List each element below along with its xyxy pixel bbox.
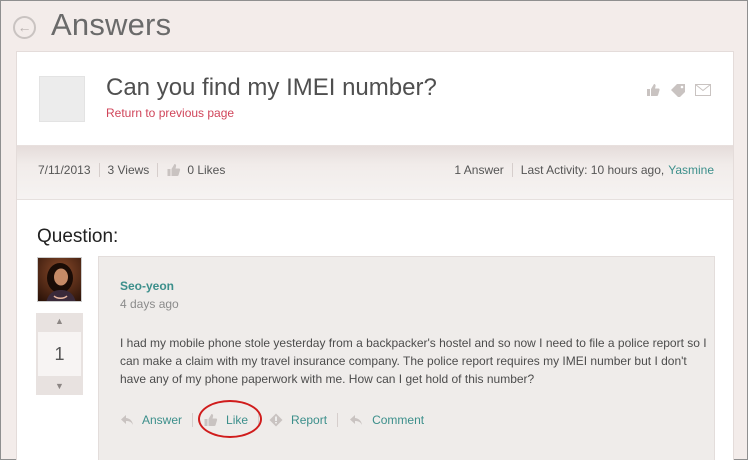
- question-title: Can you find my IMEI number?: [106, 74, 437, 101]
- comment-button[interactable]: Comment: [348, 413, 424, 427]
- report-button[interactable]: Report: [269, 413, 327, 427]
- divider: [258, 413, 260, 427]
- warning-diamond-icon: [269, 413, 283, 427]
- vote-count: 1: [38, 332, 81, 376]
- post-actions: Answer Like Report Comment: [120, 413, 424, 427]
- meta-stats: 7/11/2013 3 Views 0 Likes: [38, 163, 225, 177]
- reply-arrow-icon: [120, 414, 134, 426]
- return-link[interactable]: Return to previous page: [106, 106, 234, 120]
- answer-button[interactable]: Answer: [120, 413, 182, 427]
- report-label: Report: [291, 413, 328, 427]
- answer-label: Answer: [142, 413, 183, 427]
- thumbs-up-icon[interactable]: [644, 82, 661, 98]
- post-author-link[interactable]: Seo-yeon: [120, 279, 174, 293]
- tag-icon[interactable]: [669, 82, 686, 98]
- post-body: I had my mobile phone stole yesterday fr…: [120, 336, 707, 386]
- reply-arrow-icon: [348, 414, 364, 426]
- top-bar: ← Answers: [1, 1, 747, 51]
- question-card: Can you find my IMEI number? Return to p…: [16, 51, 734, 460]
- like-label: Like: [226, 413, 249, 427]
- last-activity: Last Activity: 10 hours ago,: [520, 163, 665, 177]
- question-avatar: [39, 76, 85, 122]
- question-post: Seo-yeon 4 days ago I had my mobile phon…: [98, 256, 715, 460]
- divider: [511, 163, 513, 177]
- question-header: Can you find my IMEI number? Return to p…: [17, 52, 733, 145]
- user-avatar-photo[interactable]: [37, 257, 82, 302]
- back-arrow-icon[interactable]: ←: [13, 16, 36, 39]
- divider: [192, 413, 194, 427]
- triangle-up-icon[interactable]: ▲: [36, 313, 83, 330]
- header-actions: [644, 82, 711, 98]
- like-button[interactable]: Like: [203, 413, 248, 427]
- meta-bar: 7/11/2013 3 Views 0 Likes 1 Answer Last …: [17, 145, 733, 200]
- email-icon[interactable]: [694, 82, 711, 98]
- page-title: Answers: [51, 7, 172, 42]
- vote-widget: ▲ 1 ▼: [36, 313, 83, 395]
- meta-activity: 1 Answer Last Activity: 10 hours ago, Ya…: [454, 163, 714, 177]
- post-date: 7/11/2013: [38, 163, 91, 177]
- likes-count: 0 Likes: [187, 163, 226, 177]
- last-activity-user-link[interactable]: Yasmine: [668, 163, 714, 177]
- views-count: 3 Views: [107, 163, 150, 177]
- divider: [157, 163, 159, 177]
- post-timestamp: 4 days ago: [120, 297, 179, 311]
- answers-count: 1 Answer: [454, 163, 504, 177]
- section-label: Question:: [37, 226, 119, 247]
- thumbs-up-icon: [203, 413, 218, 427]
- thumbs-up-icon: [166, 163, 181, 177]
- comment-label: Comment: [372, 413, 425, 427]
- triangle-down-icon[interactable]: ▼: [36, 378, 83, 395]
- divider: [337, 413, 339, 427]
- divider: [98, 163, 100, 177]
